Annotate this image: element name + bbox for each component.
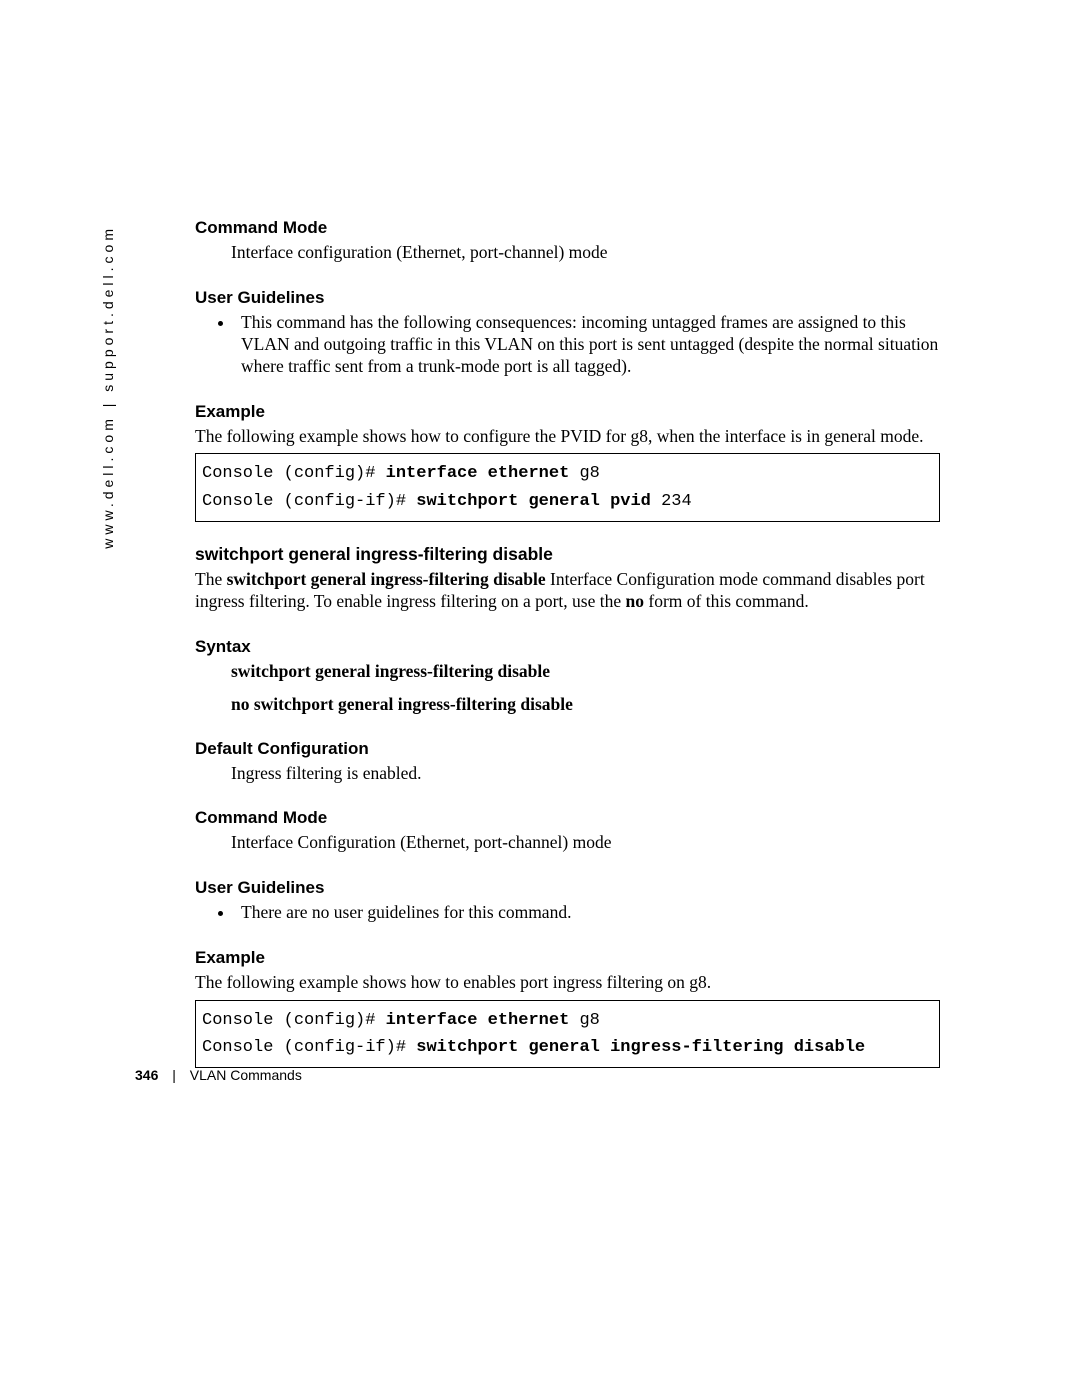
command-mode-text-2: Interface Configuration (Ethernet, port-… [231, 832, 940, 854]
code-text: Console (config-if)# [202, 1038, 416, 1057]
footer-section: VLAN Commands [190, 1067, 302, 1083]
footer-separator: | [172, 1067, 176, 1083]
heading-command-mode-1: Command Mode [195, 218, 940, 238]
main-content: Command Mode Interface configuration (Et… [195, 218, 940, 1068]
user-guidelines-list-2: There are no user guidelines for this co… [195, 902, 940, 924]
t: form of this command. [644, 591, 809, 611]
sidebar-url: www.dell.com | support.dell.com [100, 225, 116, 549]
t: switchport general ingress-filtering dis… [227, 569, 546, 589]
user-guidelines-item-1: This command has the following consequen… [235, 312, 940, 378]
heading-default-config: Default Configuration [195, 739, 940, 759]
user-guidelines-item-2: There are no user guidelines for this co… [235, 902, 940, 924]
heading-command-mode-2: Command Mode [195, 808, 940, 828]
code-text: g8 [569, 464, 600, 483]
t: no [626, 591, 644, 611]
section-title: switchport general ingress-filtering dis… [195, 544, 940, 565]
page-footer: 346 | VLAN Commands [135, 1067, 302, 1083]
code-bold: switchport general ingress-filtering dis… [416, 1038, 865, 1057]
code-text: Console (config)# [202, 1011, 386, 1030]
heading-user-guidelines-1: User Guidelines [195, 288, 940, 308]
code-block-2: Console (config)# interface ethernet g8 … [195, 1000, 940, 1068]
t: The [195, 569, 227, 589]
syntax-line-2: no switchport general ingress-filtering … [231, 694, 940, 715]
code-text: Console (config)# [202, 464, 386, 483]
syntax-line-1: switchport general ingress-filtering dis… [231, 661, 940, 682]
code-bold: switchport general pvid [416, 492, 651, 511]
code-text: Console (config-if)# [202, 492, 416, 511]
default-config-text: Ingress filtering is enabled. [231, 763, 940, 785]
example-intro-2: The following example shows how to enabl… [195, 972, 940, 994]
user-guidelines-list-1: This command has the following consequen… [195, 312, 940, 378]
heading-syntax: Syntax [195, 637, 940, 657]
code-text: g8 [569, 1011, 600, 1030]
heading-example-1: Example [195, 402, 940, 422]
command-mode-text-1: Interface configuration (Ethernet, port-… [231, 242, 940, 264]
code-bold: interface ethernet [386, 1011, 570, 1030]
code-bold: interface ethernet [386, 464, 570, 483]
section-intro: The switchport general ingress-filtering… [195, 569, 940, 613]
example-intro-1: The following example shows how to confi… [195, 426, 940, 448]
code-text: 234 [651, 492, 692, 511]
code-block-1: Console (config)# interface ethernet g8 … [195, 453, 940, 521]
page-number: 346 [135, 1067, 158, 1083]
heading-example-2: Example [195, 948, 940, 968]
heading-user-guidelines-2: User Guidelines [195, 878, 940, 898]
